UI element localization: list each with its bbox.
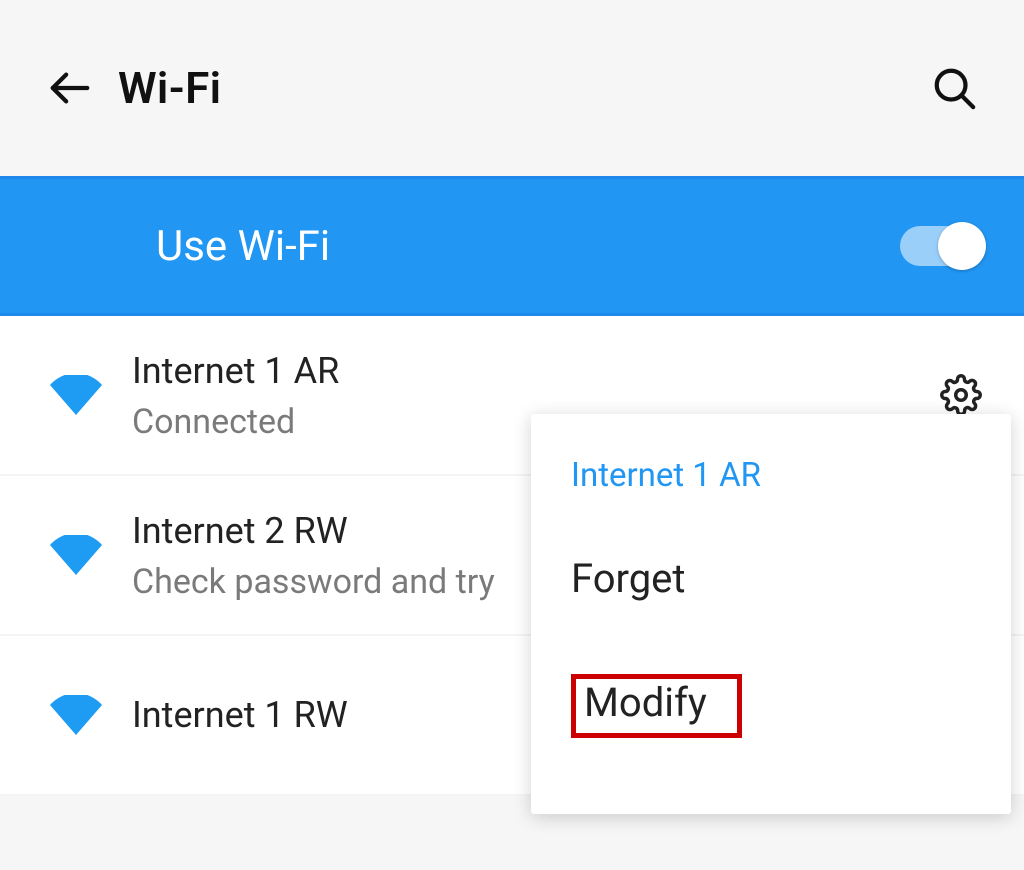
use-wifi-row[interactable]: Use Wi-Fi — [0, 176, 1024, 316]
search-button[interactable] — [924, 58, 984, 118]
network-ssid: Internet 1 AR — [132, 349, 934, 394]
use-wifi-label: Use Wi-Fi — [156, 222, 330, 271]
context-menu-item-label: Modify — [571, 674, 742, 738]
back-button[interactable] — [40, 58, 100, 118]
use-wifi-toggle[interactable] — [900, 226, 984, 266]
wifi-signal-icon — [44, 375, 108, 415]
header: Wi-Fi — [0, 0, 1024, 176]
context-menu-item-label: Forget — [571, 555, 685, 602]
context-menu-forget[interactable]: Forget — [531, 519, 1011, 638]
wifi-settings-screen: Wi-Fi Use Wi-Fi Internet 1 AR Connected — [0, 0, 1024, 870]
wifi-signal-icon — [44, 535, 108, 575]
page-title: Wi-Fi — [118, 62, 221, 114]
search-icon — [931, 65, 977, 111]
context-menu-modify[interactable]: Modify — [531, 638, 1011, 774]
back-arrow-icon — [47, 65, 93, 111]
toggle-knob — [938, 222, 986, 270]
gear-icon — [940, 374, 982, 416]
network-context-menu: Internet 1 AR Forget Modify — [531, 414, 1011, 814]
wifi-signal-icon — [44, 695, 108, 735]
context-menu-title: Internet 1 AR — [531, 444, 1011, 519]
